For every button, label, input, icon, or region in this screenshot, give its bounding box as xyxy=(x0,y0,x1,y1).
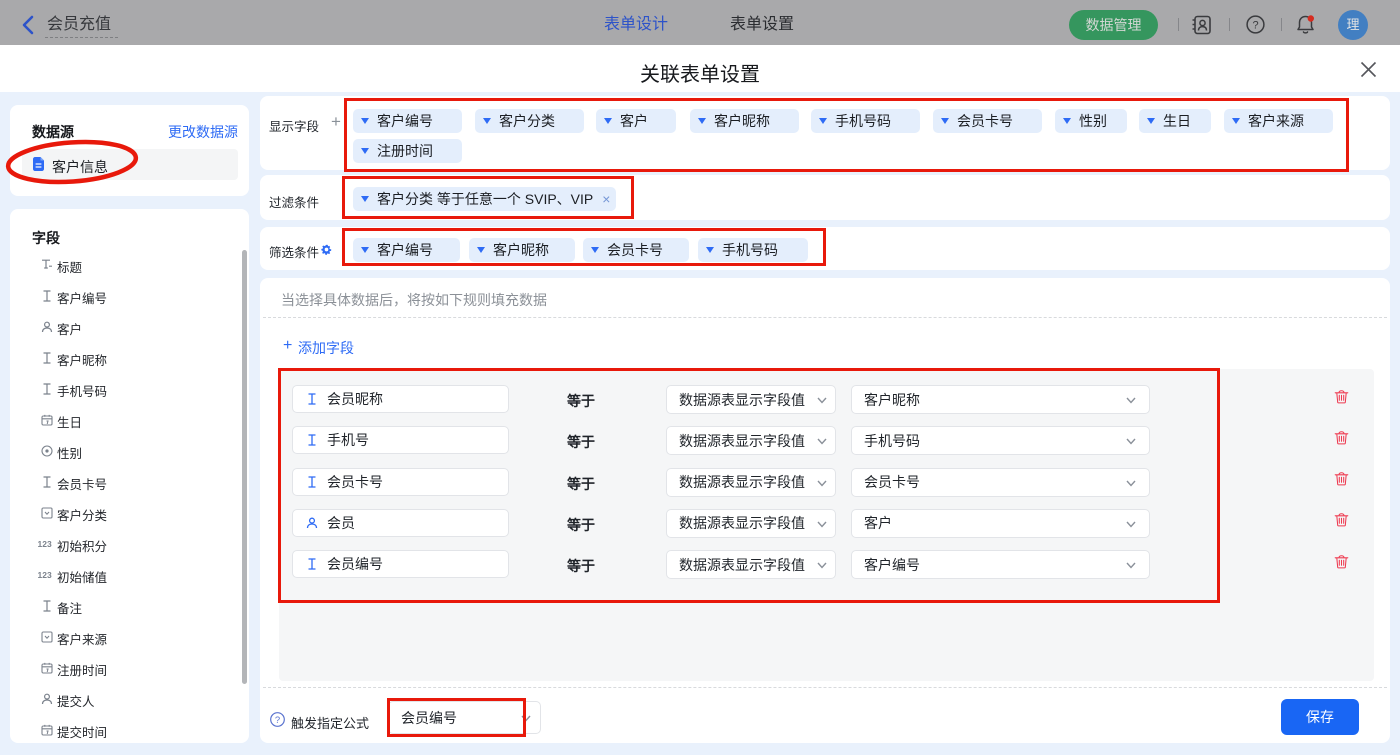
svg-text:?: ? xyxy=(275,715,280,726)
svg-text:123: 123 xyxy=(38,570,52,580)
svg-text:?: ? xyxy=(1252,19,1258,31)
svg-text:123: 123 xyxy=(38,539,52,549)
